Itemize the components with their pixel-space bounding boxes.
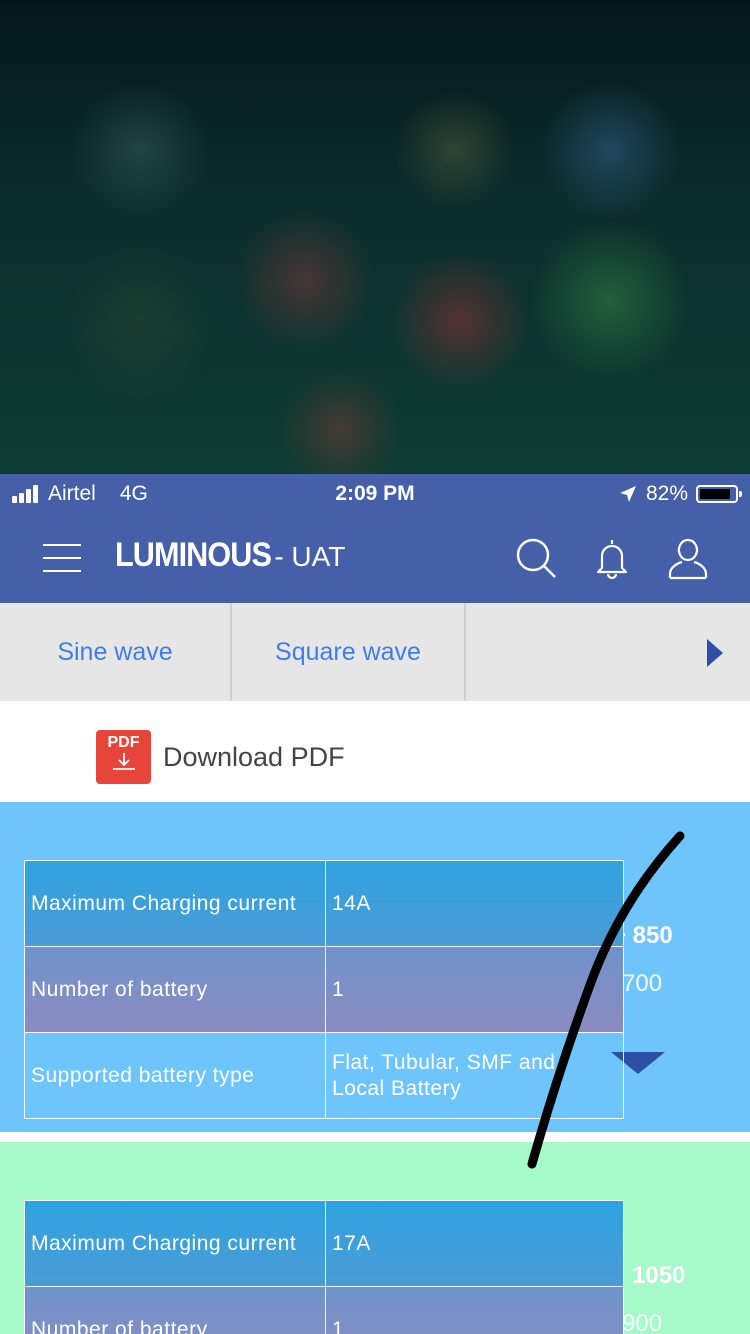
tab-square-wave[interactable]: Square wave [232, 603, 464, 701]
app-header: LUMINOUS - UAT [0, 514, 750, 603]
menu-icon[interactable] [43, 544, 81, 572]
spec-row: Maximum Charging current 14A [24, 860, 624, 947]
spec-value: 1 [325, 946, 624, 1033]
spec-row: Maximum Charging current 17A [24, 1200, 624, 1287]
download-pdf-label[interactable]: Download PDF [163, 742, 345, 773]
user-icon[interactable] [666, 536, 710, 580]
spec-key: Maximum Charging current [24, 860, 326, 947]
price-text: 1050 [632, 1262, 686, 1289]
spec-row: Supported battery type Flat, Tubular, SM… [24, 1032, 624, 1119]
app-logo: LUMINOUS - UAT [115, 536, 345, 575]
bell-icon[interactable] [590, 536, 634, 580]
spec-key: Supported battery type [24, 1032, 326, 1119]
product-card[interactable]: 1050 900 Maximum Charging current 17A Nu… [0, 1142, 750, 1334]
spec-table: Maximum Charging current 14A Number of b… [24, 860, 624, 1119]
environment-label: - UAT [274, 541, 346, 572]
blurred-background [0, 0, 750, 474]
spec-value: 1 [325, 1286, 624, 1334]
spec-table: Maximum Charging current 17A Number of b… [24, 1200, 624, 1334]
spec-row: Number of battery 1 [24, 946, 624, 1033]
sub-price-text: 900 [622, 1310, 663, 1334]
spec-value: Flat, Tubular, SMF and Local Battery [325, 1032, 624, 1119]
wave-type-tabs: Sine wave Square wave [0, 603, 750, 701]
spec-key: Number of battery [24, 946, 326, 1033]
spec-row: Number of battery 1 [24, 1286, 624, 1334]
spec-value: 17A [325, 1200, 624, 1287]
search-icon[interactable] [514, 536, 558, 580]
spec-value-line2: Local Battery [332, 1076, 462, 1100]
location-arrow-icon [619, 486, 636, 502]
status-bar: Airtel 4G 2:09 PM 82% [0, 474, 750, 514]
pdf-icon-text: PDF [107, 734, 140, 751]
card-separator [0, 1132, 750, 1142]
spec-key: Maximum Charging current [24, 1200, 326, 1287]
tab-divider [464, 603, 466, 701]
download-arrow-icon [112, 753, 135, 770]
chevron-right-icon[interactable] [705, 639, 725, 667]
spec-value: 14A [325, 860, 624, 947]
battery-percent: 82% [645, 482, 688, 505]
spec-key: Number of battery [24, 1286, 326, 1334]
sub-price-text: 700 [622, 970, 663, 997]
product-card[interactable]: + 850 700 Maximum Charging current 14A N… [0, 802, 750, 1132]
battery-icon [696, 485, 742, 503]
tab-sine-wave[interactable]: Sine wave [0, 603, 230, 701]
spec-value-line1: Flat, Tubular, SMF and [332, 1050, 556, 1074]
logo-text: LUMINOUS [115, 536, 272, 574]
pdf-icon[interactable]: PDF [96, 730, 151, 784]
download-pdf-row[interactable]: PDF Download PDF [0, 701, 750, 802]
